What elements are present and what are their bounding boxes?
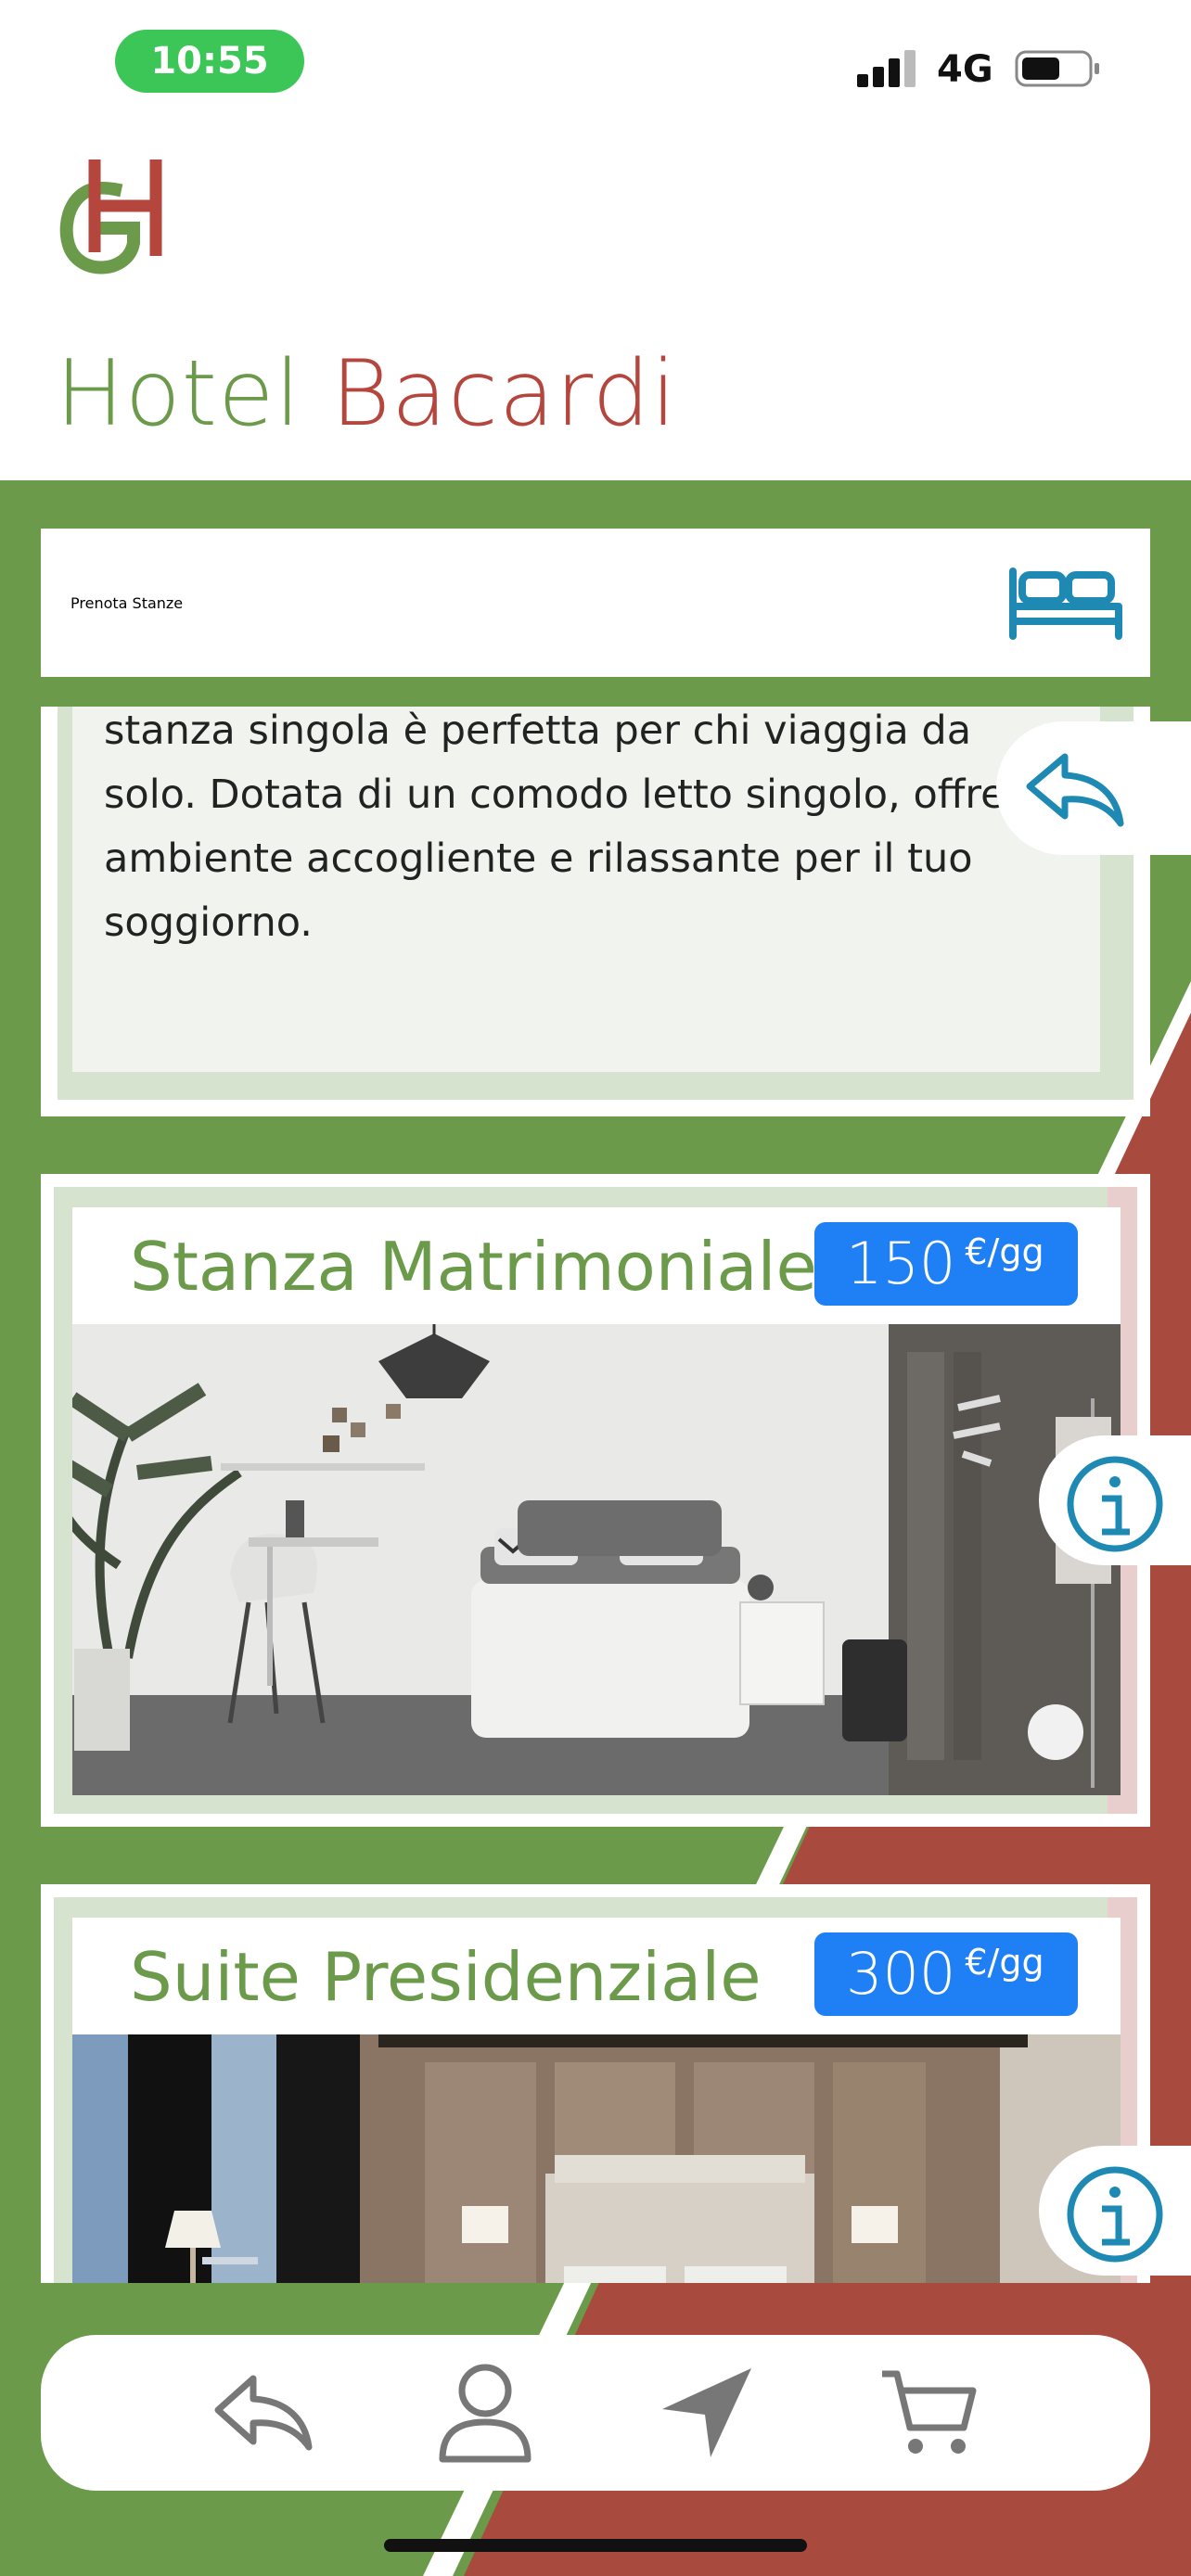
price-value: 150 xyxy=(846,1230,956,1297)
hotel-logo xyxy=(59,159,162,274)
location-arrow-icon xyxy=(661,2368,751,2457)
hotel-name: Hotel Bacardi xyxy=(56,341,677,447)
room-title: Suite Presidenziale xyxy=(130,1938,762,2016)
hotel-name-first: Hotel xyxy=(56,341,301,447)
battery-icon xyxy=(1015,50,1099,87)
booking-label: Prenota Stanze xyxy=(70,593,184,612)
booking-bar[interactable]: Prenota Stanze xyxy=(41,529,1150,677)
room-info-button[interactable] xyxy=(1039,1435,1191,1565)
room-header: Suite Presidenziale 300 €/gg xyxy=(72,1918,1121,2034)
nav-location-button[interactable] xyxy=(651,2357,762,2468)
nav-profile-button[interactable] xyxy=(429,2357,541,2468)
network-type: 4G xyxy=(937,48,993,91)
back-icon xyxy=(214,2375,312,2451)
room-header: Stanza Matrimoniale 150 €/gg xyxy=(72,1207,1121,1324)
price-badge: 150 €/gg xyxy=(814,1222,1078,1306)
room-photo xyxy=(72,1324,1121,1795)
room-card[interactable]: Stanza Matrimoniale 150 €/gg xyxy=(41,1174,1191,1827)
nav-cart-button[interactable] xyxy=(873,2357,984,2468)
price-value: 300 xyxy=(846,1940,956,2008)
price-unit: €/gg xyxy=(965,1231,1044,1272)
room-description-card: stanza singola è perfetta per chi viaggi… xyxy=(41,707,1150,1116)
nav-back-button[interactable] xyxy=(208,2357,319,2468)
price-badge: 300 €/gg xyxy=(814,1932,1078,2016)
room-card[interactable]: Suite Presidenziale 300 €/gg xyxy=(41,1884,1191,2283)
signal-icon xyxy=(857,50,916,87)
cart-icon xyxy=(881,2370,976,2454)
info-icon xyxy=(1067,2166,1163,2263)
info-icon xyxy=(1067,1456,1163,1552)
close-description-button[interactable] xyxy=(996,721,1191,855)
reply-back-icon xyxy=(1026,753,1124,827)
room-title: Stanza Matrimoniale xyxy=(130,1228,817,1306)
bed-icon xyxy=(1009,567,1122,640)
room-photo xyxy=(72,2034,1121,2283)
bottom-nav xyxy=(41,2335,1150,2491)
profile-icon xyxy=(439,2364,531,2463)
status-bar: 10:55 4G xyxy=(0,0,1191,139)
room-description-text: stanza singola è perfetta per chi viaggi… xyxy=(104,708,1069,946)
status-time: 10:55 xyxy=(115,30,304,93)
room-info-button[interactable] xyxy=(1039,2146,1191,2276)
price-unit: €/gg xyxy=(965,1942,1044,1983)
hotel-name-second: Bacardi xyxy=(330,341,677,447)
home-indicator[interactable] xyxy=(384,2539,807,2552)
